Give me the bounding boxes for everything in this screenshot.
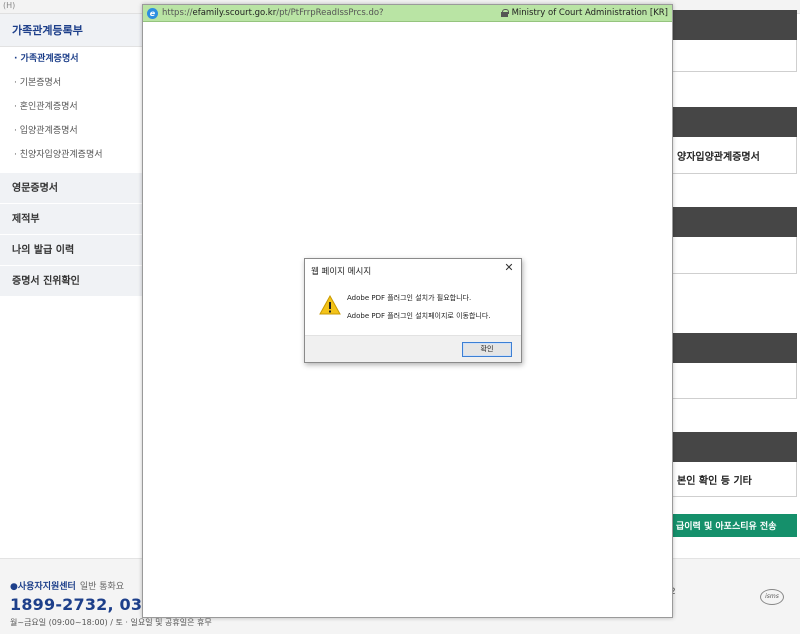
ok-button[interactable]: 확인: [462, 342, 512, 357]
isms-icon: isms: [760, 589, 784, 605]
card-body[interactable]: 본인 확인 등 기타: [672, 462, 797, 497]
card-body[interactable]: 양자입양관계증명서: [672, 137, 797, 174]
dialog-message-line2: Adobe PDF 플러그인 설치페이지로 이동합니다.: [347, 312, 491, 320]
certificate-info[interactable]: Ministry of Court Administration [KR]: [500, 8, 668, 18]
dialog-message-line1: Adobe PDF 플러그인 설치가 필요합니다.: [347, 294, 472, 302]
menu-fragment: (H): [3, 1, 16, 10]
sidebar-sub-list: · 가족관계증명서 · 기본증명서 · 혼인관계증명서 · 입양관계증명서 · …: [0, 47, 142, 173]
dialog-title: 웹 페이지 메시지: [311, 267, 372, 277]
sidebar-sub-marriage[interactable]: · 혼인관계증명서: [0, 95, 142, 119]
card-body[interactable]: [672, 363, 797, 399]
warning-icon: [319, 295, 341, 315]
support-label: 사용자지원센터: [17, 582, 76, 592]
sidebar-item-issue-history[interactable]: 나의 발급 이력: [0, 235, 142, 266]
sidebar: 가족관계등록부 · 가족관계증명서 · 기본증명서 · 혼인관계증명서 · 입양…: [0, 14, 142, 297]
sidebar-sub-family-relation[interactable]: · 가족관계증명서: [0, 47, 142, 71]
url-host: efamily.scourt.go.kr: [192, 8, 277, 18]
card-header: [672, 333, 797, 363]
phone-icon: ●: [10, 582, 18, 592]
support-sub: 일반 통화요: [79, 582, 125, 592]
url-https: https://: [162, 8, 193, 18]
message-dialog: 웹 페이지 메시지 ✕ Adobe PDF 플러그인 설치가 필요합니다. Ad…: [304, 258, 522, 363]
card-header: [672, 107, 797, 137]
issue-history-apostille-button[interactable]: 급이력 및 아포스티유 전송: [672, 514, 797, 537]
lock-icon: [500, 9, 509, 17]
dialog-footer: 확인: [305, 335, 521, 362]
card-body[interactable]: [672, 237, 797, 274]
close-icon[interactable]: ✕: [503, 262, 515, 274]
card-body[interactable]: [672, 40, 797, 72]
sidebar-sub-adoption[interactable]: · 입양관계증명서: [0, 119, 142, 143]
card-header: [672, 432, 797, 462]
support-hours: 월~금요일 (09:00~18:00) / 토 · 일요일 및 공휴일은 휴무: [10, 618, 212, 627]
ie-icon: e: [147, 7, 158, 19]
sidebar-sub-full-adoption[interactable]: · 친양자입양관계증명서: [0, 143, 142, 167]
cert-owner: Ministry of Court Administration [KR]: [511, 8, 668, 18]
card-header: [672, 207, 797, 237]
support-center: ●사용자지원센터 일반 통화요: [10, 579, 124, 592]
sidebar-item-authenticity-check[interactable]: 증명서 진위확인: [0, 266, 142, 297]
sidebar-item-removed-registry[interactable]: 제적부: [0, 204, 142, 235]
card-header: [672, 10, 797, 40]
url-path: /pt/PtFrrpReadIssPrcs.do?: [276, 8, 384, 18]
sidebar-item-english-cert[interactable]: 영문증명서: [0, 173, 142, 204]
sidebar-section-title[interactable]: 가족관계등록부: [0, 14, 142, 47]
sidebar-sub-basic[interactable]: · 기본증명서: [0, 71, 142, 95]
address-bar[interactable]: e https://efamily.scourt.go.kr/pt/PtFrrp…: [143, 5, 672, 22]
